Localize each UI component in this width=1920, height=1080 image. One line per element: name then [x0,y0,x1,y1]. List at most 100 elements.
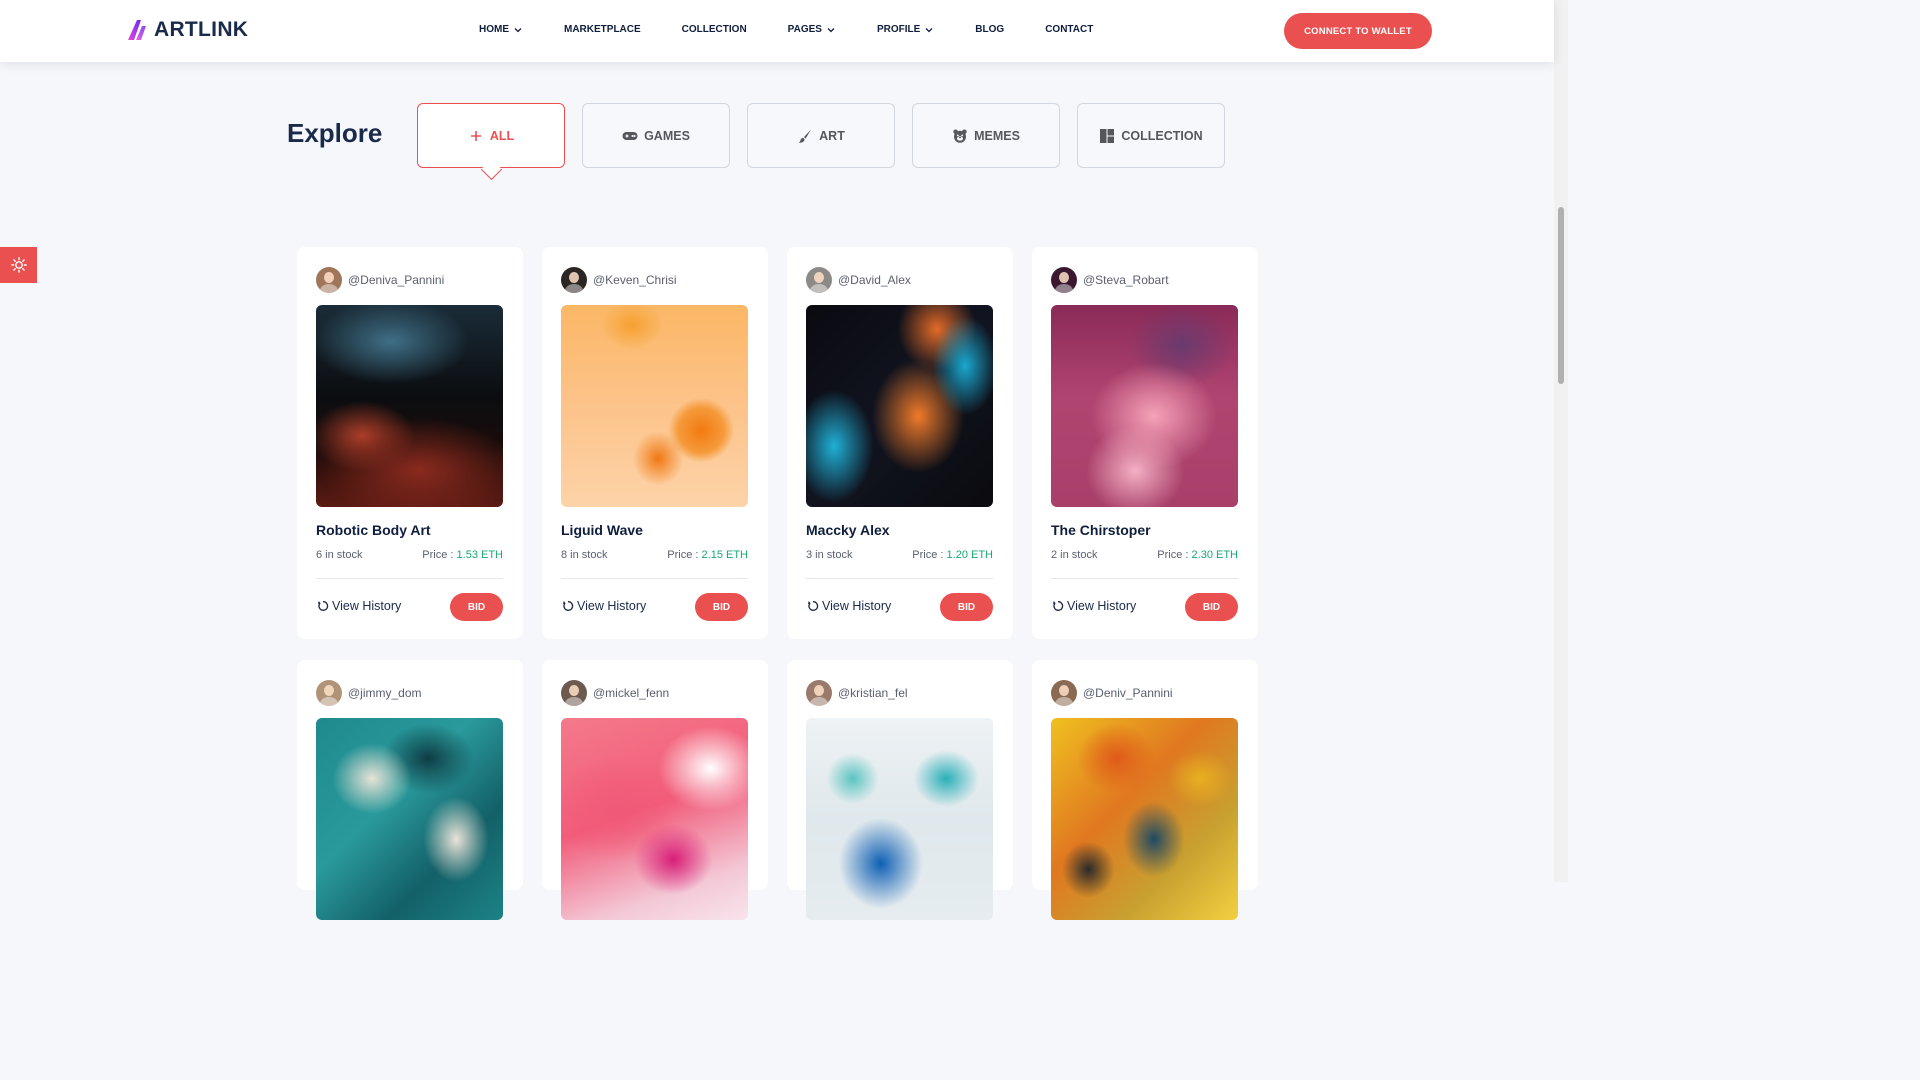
artwork-image[interactable] [316,305,503,507]
grid-icon [1100,128,1115,143]
nft-card[interactable]: @Steva_Robart The Chirstoper 2 in stock … [1032,247,1258,639]
view-history-label: View History [577,599,647,613]
owner-name: @Deniv_Pannini [1083,686,1173,700]
artwork-title: Liguid Wave [561,522,643,538]
nft-card[interactable]: @David_Alex Maccky Alex 3 in stock Price… [787,247,1013,639]
filter-art[interactable]: ART [747,103,895,168]
view-history-link[interactable]: View History [807,599,891,613]
card-divider [806,578,993,579]
nav-contact[interactable]: CONTACT [1045,24,1093,35]
avatar [806,267,832,293]
nav-blog[interactable]: BLOG [975,24,1004,35]
nav-home-label: HOME [479,24,509,35]
artwork-image[interactable] [561,718,748,920]
history-icon [317,601,329,611]
artwork-image[interactable] [561,305,748,507]
owner-name: @Deniva_Pannini [348,273,445,287]
history-icon [1052,601,1064,611]
filter-memes[interactable]: MEMES [912,103,1060,168]
view-history-link[interactable]: View History [1052,599,1136,613]
price-label: Price : [667,549,702,561]
filter-art-label: ART [819,128,845,143]
nav-pages[interactable]: PAGES [788,24,835,35]
card-owner[interactable]: @Steva_Robart [1051,267,1169,293]
owner-name: @mickel_fenn [593,686,670,700]
nft-card[interactable]: @Keven_Chrisi Liguid Wave 8 in stock Pri… [542,247,768,639]
view-history-label: View History [332,599,402,613]
artwork-image[interactable] [1051,305,1238,507]
nft-card[interactable]: @mickel_fenn [542,660,768,920]
card-owner[interactable]: @Deniv_Pannini [1051,680,1173,706]
bid-button[interactable]: BID [940,593,993,621]
price-label: Price : [1157,549,1192,561]
nav-home[interactable]: HOME [479,24,522,35]
price-value: 1.53 ETH [456,549,503,561]
brand-logo[interactable]: ARTLINK [126,18,248,42]
filter-collection[interactable]: COLLECTION [1077,103,1225,168]
theme-toggle-button[interactable] [0,247,37,283]
artwork-image[interactable] [806,305,993,507]
filter-all-label: ALL [489,128,515,143]
nav-contact-label: CONTACT [1045,24,1094,35]
avatar [1051,680,1077,706]
filter-collection-label: COLLECTION [1121,128,1203,143]
chevron-down-icon [827,27,835,32]
nft-card[interactable]: @jimmy_dom [297,660,523,920]
price-info: Price : 2.15 ETH [667,549,748,561]
nft-card[interactable]: @Deniv_Pannini [1032,660,1258,920]
stock-count: 3 in stock [806,549,853,561]
price-info: Price : 1.20 ETH [912,549,993,561]
scrollbar-thumb[interactable] [1558,207,1564,384]
sun-icon [10,257,27,273]
nav-profile[interactable]: PROFILE [877,24,933,35]
main-nav: HOME MARKETPLACE COLLECTION PAGES PROFIL… [479,24,1093,35]
price-value: 2.15 ETH [701,549,748,561]
page-scrollbar[interactable] [1554,0,1568,882]
history-icon [562,601,574,611]
nav-marketplace-label: MARKETPLACE [564,24,641,35]
view-history-link[interactable]: View History [317,599,401,613]
card-owner[interactable]: @mickel_fenn [561,680,669,706]
nft-card[interactable]: @kristian_fel [787,660,1013,920]
card-divider [316,578,503,579]
card-owner[interactable]: @Keven_Chrisi [561,267,677,293]
nav-collection[interactable]: COLLECTION [682,24,747,35]
owner-name: @jimmy_dom [348,686,422,700]
card-owner[interactable]: @David_Alex [806,267,911,293]
avatar [806,680,832,706]
avatar [561,267,587,293]
bid-button[interactable]: BID [1185,593,1238,621]
stock-count: 6 in stock [316,549,363,561]
view-history-link[interactable]: View History [562,599,646,613]
stock-count: 2 in stock [1051,549,1098,561]
price-value: 2.30 ETH [1191,549,1238,561]
nav-pages-label: PAGES [787,24,822,35]
card-owner[interactable]: @kristian_fel [806,680,908,706]
plus-icon [470,130,481,141]
artwork-image[interactable] [806,718,993,920]
avatar [316,267,342,293]
nft-card[interactable]: @Deniva_Pannini Robotic Body Art 6 in st… [297,247,523,639]
price-value: 1.20 ETH [946,549,993,561]
card-owner[interactable]: @jimmy_dom [316,680,422,706]
card-owner[interactable]: @Deniva_Pannini [316,267,444,293]
explore-heading: Explore [287,118,383,148]
bid-button[interactable]: BID [695,593,748,621]
connect-wallet-button[interactable]: CONNECT TO WALLET [1284,13,1432,49]
bid-button[interactable]: BID [450,593,503,621]
artwork-title: The Chirstoper [1051,522,1151,538]
brand-name: ARTLINK [154,18,249,41]
avatar [316,680,342,706]
filter-games[interactable]: GAMES [582,103,730,168]
artwork-image[interactable] [316,718,503,920]
price-info: Price : 2.30 ETH [1157,549,1238,561]
bear-face-icon [953,129,967,143]
nav-blog-label: BLOG [975,24,1005,35]
artwork-image[interactable] [1051,718,1238,920]
filter-all[interactable]: ALL [417,103,565,168]
price-info: Price : 1.53 ETH [422,549,503,561]
owner-name: @Keven_Chrisi [593,273,677,287]
nav-marketplace[interactable]: MARKETPLACE [564,24,641,35]
card-divider [561,578,748,579]
avatar [561,680,587,706]
